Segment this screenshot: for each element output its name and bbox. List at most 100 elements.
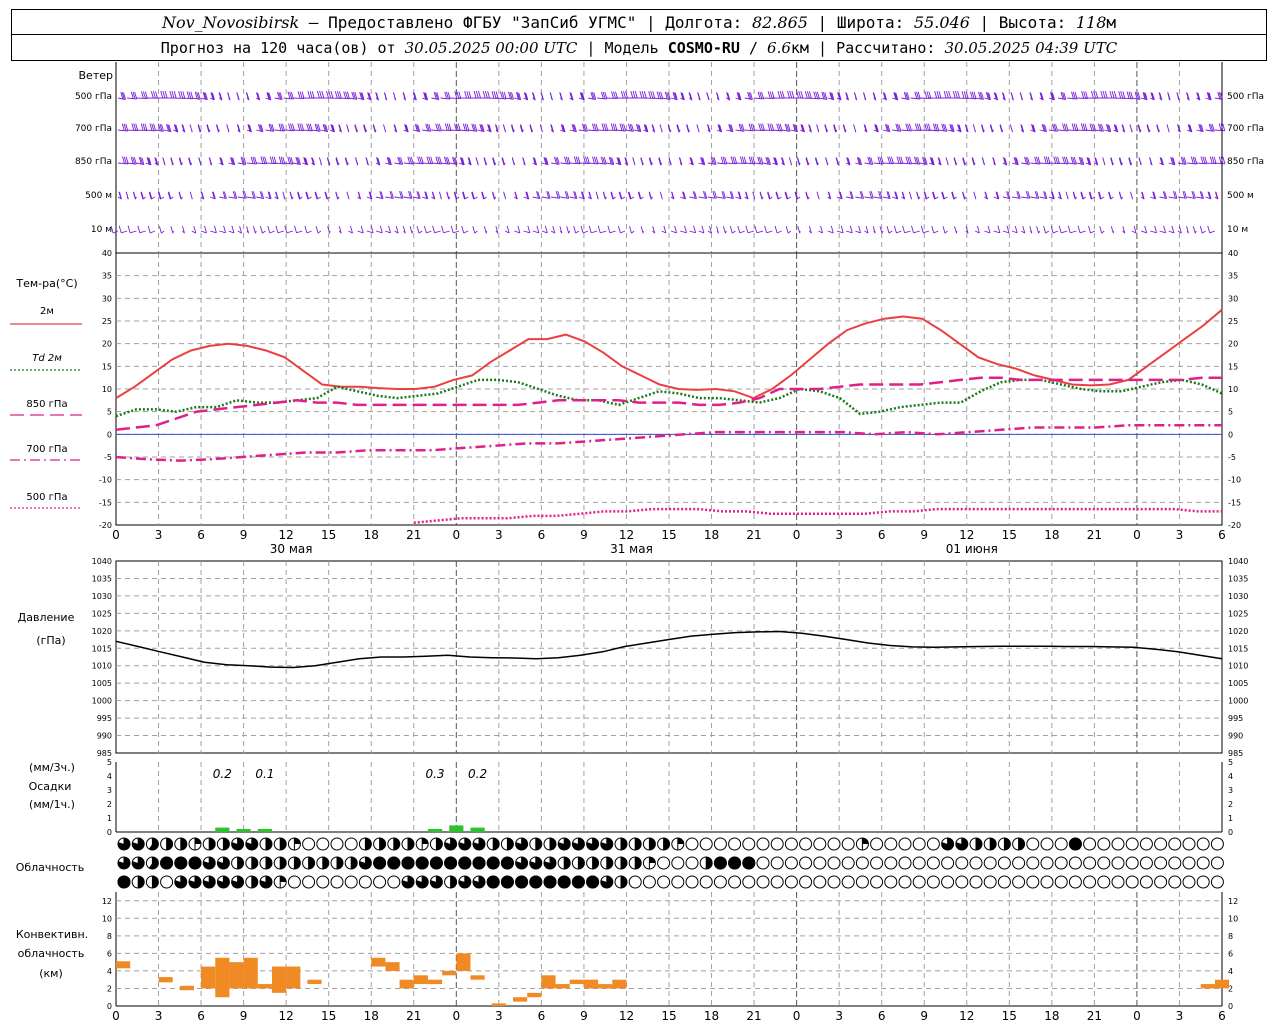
wind-barb: [706, 92, 710, 101]
cloud-fill-partial: [379, 838, 386, 850]
wind-barb: [1001, 92, 1006, 101]
wind-barb: [467, 157, 472, 166]
wind-barb: [901, 156, 912, 165]
wind-barb: [501, 157, 506, 166]
wind-barb: [929, 123, 940, 132]
y-tick-label-left: 15: [102, 362, 112, 371]
wind-barb: [1039, 92, 1044, 101]
y-tick-label-right: 20: [1228, 340, 1238, 349]
wind-barb: [1186, 92, 1190, 101]
wind-barb: [200, 225, 207, 234]
cloud-fill-partial: [862, 838, 869, 844]
wind-barb: [569, 156, 581, 165]
wind-barb: [519, 124, 524, 133]
cloud-symbol: [870, 875, 884, 889]
y-tick-label-right: 8: [1228, 932, 1233, 941]
cloud-symbol: [969, 875, 983, 889]
wind-barb: [863, 124, 868, 133]
cloud-fill-partial: [550, 838, 556, 850]
x-tick-label: 0: [793, 528, 801, 542]
convective-bar: [442, 970, 457, 976]
wind-barb: [774, 225, 782, 234]
wind-barb: [492, 157, 497, 166]
x-tick-label-bottom: 0: [793, 1009, 801, 1023]
legend-label: 700 гПа: [26, 444, 67, 455]
cloud-symbol: [799, 875, 813, 889]
wind-barb: [984, 191, 988, 200]
x-tick-label-bottom: 12: [279, 1009, 294, 1023]
wind-barb: [163, 123, 172, 133]
wind-barb: [1146, 124, 1151, 133]
wind-barb: [772, 157, 778, 166]
wind-barb: [167, 191, 174, 200]
wind-barb: [191, 91, 201, 100]
wind-barb: [1030, 156, 1041, 165]
wind-barb: [348, 225, 353, 234]
precip-value-label: 0.1: [255, 767, 274, 781]
cloud-symbol: [713, 837, 727, 851]
cloud-symbol: [827, 875, 841, 889]
wind-barb: [117, 191, 122, 200]
wind-barb: [394, 190, 404, 199]
y-tick-label-right: 1010: [1228, 662, 1248, 671]
wind-barb: [127, 225, 137, 234]
wind-barb: [265, 156, 277, 165]
wind-barb: [510, 124, 515, 133]
wind-barb: [293, 156, 301, 166]
wind-barb: [901, 191, 906, 200]
cloud-symbol: [855, 856, 869, 870]
cloud-fill-full: [728, 856, 742, 870]
wind-barb: [893, 225, 902, 234]
wind-barb: [1108, 191, 1114, 200]
cloud-fill-full: [713, 856, 727, 870]
cloud-fill-partial: [393, 838, 400, 850]
wind-barb: [210, 191, 216, 200]
wind-barb: [1137, 124, 1142, 133]
y-tick-label-left: 1010: [92, 662, 112, 671]
wind-barb: [1149, 157, 1153, 166]
wind-barb: [1214, 91, 1224, 100]
y-tick-label-right: 35: [1228, 272, 1238, 281]
convective-bar: [179, 985, 194, 991]
series-line: [115, 376, 1222, 432]
wind-barb: [1196, 92, 1201, 101]
cloud-fill-partial: [180, 838, 187, 850]
cloud-fill-partial: [308, 857, 315, 869]
cloud-symbol: [657, 875, 671, 889]
cloud-symbol: [1196, 837, 1210, 851]
precip-value-label: 0.2: [213, 767, 232, 781]
precip-bar: [449, 825, 464, 832]
wind-barb: [993, 92, 999, 101]
wind-barb: [1207, 225, 1215, 234]
cloud-symbol: [1168, 875, 1182, 889]
wind-barb: [689, 225, 697, 234]
cloud-symbol: [1139, 875, 1153, 889]
wind-barb: [403, 190, 413, 199]
wind-barb: [392, 92, 397, 101]
wind-barb: [237, 156, 247, 165]
y-tick-label-left: 4: [107, 967, 112, 976]
wind-level-label-left: 10 м: [91, 225, 112, 235]
wind-barb: [931, 225, 939, 234]
wind-barb: [659, 191, 663, 200]
wind-barb: [366, 92, 372, 101]
wind-barb: [651, 124, 656, 133]
wind-barb: [1122, 226, 1126, 234]
x-tick-label-bottom: 3: [835, 1009, 843, 1023]
wind-barb: [283, 91, 294, 100]
wind-barb: [127, 91, 138, 100]
wind-barb: [566, 226, 571, 234]
wind-barb: [265, 123, 275, 132]
wind-barb: [973, 191, 977, 200]
wind-barb: [737, 225, 745, 234]
wind-barb: [188, 157, 193, 166]
wind-barb: [744, 191, 749, 200]
pressure-panel-title: Давление: [18, 611, 75, 624]
wind-barb: [1085, 157, 1092, 166]
y-tick-label-right: 4: [1228, 772, 1233, 781]
cloud-symbol: [287, 875, 301, 889]
y-tick-label-right: 990: [1228, 732, 1243, 741]
wind-barb: [440, 123, 452, 132]
wind-barb: [393, 124, 398, 133]
wind-barb: [170, 226, 174, 234]
